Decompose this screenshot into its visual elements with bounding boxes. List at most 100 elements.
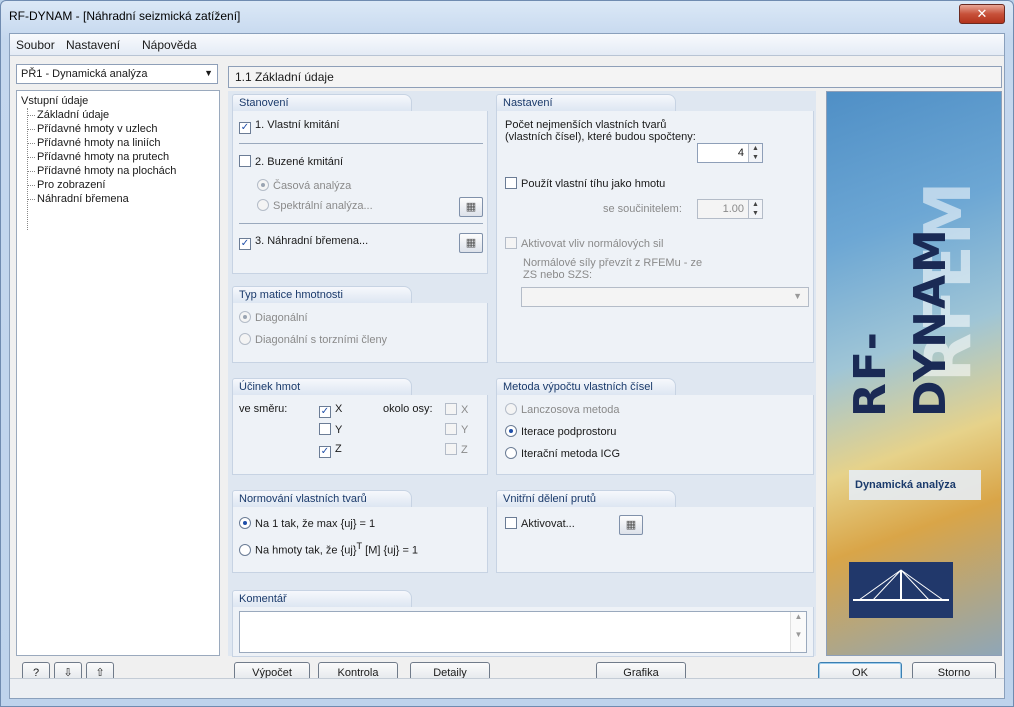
spinner-arrows-icon[interactable]: ▲ ▼ xyxy=(748,144,762,162)
icg-radio[interactable]: Iterační metoda ICG xyxy=(505,447,620,460)
menu-napoveda[interactable]: Nápověda xyxy=(142,38,197,52)
tree-branch xyxy=(27,129,35,130)
radio-selected-icon xyxy=(239,517,251,529)
iterace-podprostoru-radio[interactable]: Iterace podprostoru xyxy=(505,425,616,438)
diagonalni-torzni-radio[interactable]: Diagonální s torzními členy xyxy=(239,333,387,346)
section-header: 1.1 Základní údaje xyxy=(228,66,1002,88)
spektralni-edit-button[interactable]: ▦ xyxy=(459,197,483,217)
pocet-tvaru-label: Počet nejmenších vlastních tvarů (vlastn… xyxy=(505,119,696,143)
menu-nastaveni[interactable]: Nastavení xyxy=(66,38,120,52)
group-title-stanoveni: Stanovení xyxy=(232,94,412,111)
nahradni-bremena-checkbox[interactable]: ✓ 3. Náhradní břemena... xyxy=(239,235,368,250)
buzene-kmitani-checkbox[interactable]: 2. Buzené kmitání xyxy=(239,155,343,168)
vlastni-tiha-label: Použít vlastní tíhu jako hmotu xyxy=(521,178,666,190)
chevron-down-icon: ▼ xyxy=(204,68,213,78)
group-nastaveni: Nastavení Počet nejmenších vlastních tva… xyxy=(496,94,814,363)
radio-icon xyxy=(239,333,251,345)
close-button[interactable]: ✕ xyxy=(959,4,1005,24)
smer-x-checkbox[interactable]: ✓ X xyxy=(319,403,342,418)
checkbox-icon xyxy=(445,423,457,435)
osa-x-checkbox[interactable]: X xyxy=(445,403,468,416)
spektralni-analyza-label: Spektrální analýza... xyxy=(273,200,373,212)
radio-icon xyxy=(505,403,517,415)
tree-item-hmoty-prutech[interactable]: Přídavné hmoty na prutech xyxy=(37,151,169,163)
komentar-textarea[interactable]: ▲ ▼ xyxy=(239,611,807,653)
menu-soubor[interactable]: Soubor xyxy=(16,38,55,52)
vnitrni-aktivovat-checkbox[interactable]: Aktivovat... xyxy=(505,517,575,530)
vnitrni-edit-button[interactable]: ▦ xyxy=(619,515,643,535)
product-image-panel: RFEM RF-DYNAM Dynamická analýza xyxy=(826,91,1002,656)
checkbox-icon xyxy=(239,155,251,167)
radio-selected-icon xyxy=(257,179,269,191)
tree-branch xyxy=(27,115,35,116)
checkbox-icon xyxy=(319,423,331,435)
group-title-ucinek: Účinek hmot xyxy=(232,378,412,395)
normovani-max-radio[interactable]: Na 1 tak, že max {uj} = 1 xyxy=(239,517,375,530)
tree-item-hmoty-plochach[interactable]: Přídavné hmoty na plochách xyxy=(37,165,176,177)
okolo-osy-label: okolo osy: xyxy=(383,403,433,415)
image-caption: Dynamická analýza xyxy=(849,470,981,500)
zs-select[interactable]: ▼ xyxy=(521,287,809,307)
case-combo-value: PŘ1 - Dynamická analýza xyxy=(21,68,148,80)
tree-branch xyxy=(27,157,35,158)
pocet-tvaru-spinner[interactable]: 4 ▲ ▼ xyxy=(697,143,763,163)
client-area: Soubor Nastavení Nápověda PŘ1 - Dynamick… xyxy=(9,33,1005,699)
tree-item-hmoty-uzlech[interactable]: Přídavné hmoty v uzlech xyxy=(37,123,157,135)
diagonalni-radio[interactable]: Diagonální xyxy=(239,311,308,324)
osa-z-checkbox[interactable]: Z xyxy=(445,443,468,456)
icg-label: Iterační metoda ICG xyxy=(521,448,621,460)
osa-z-label: Z xyxy=(461,444,468,456)
spinner-arrows-icon[interactable]: ▲ ▼ xyxy=(748,200,762,218)
pocet-tvaru-value: 4 xyxy=(737,147,744,159)
bridge-icon xyxy=(853,569,949,601)
group-title-nastaveni: Nastavení xyxy=(496,94,676,111)
navigator-tree: Vstupní údaje Základní údaje Přídavné hm… xyxy=(16,90,220,656)
case-combo[interactable]: PŘ1 - Dynamická analýza ▼ xyxy=(16,64,218,84)
window-title: RF-DYNAM - [Náhradní seizmická zatížení] xyxy=(9,9,241,23)
casova-analyza-label: Časová analýza xyxy=(273,180,352,192)
normovani-hmoty-label: Na hmoty tak, že {uj} xyxy=(255,544,357,557)
divider xyxy=(239,143,483,144)
smer-z-checkbox[interactable]: ✓ Z xyxy=(319,443,342,458)
vlastni-tiha-checkbox[interactable]: Použít vlastní tíhu jako hmotu xyxy=(505,177,665,190)
normovani-hmoty-radio[interactable]: Na hmoty tak, že {uj}T [M] {uj} = 1 xyxy=(239,541,418,557)
nahradni-edit-button[interactable]: ▦ xyxy=(459,233,483,253)
osa-y-checkbox[interactable]: Y xyxy=(445,423,468,436)
lanczos-radio[interactable]: Lanczosova metoda xyxy=(505,403,619,416)
bridge-logo-icon xyxy=(849,562,953,618)
soucinitel-spinner[interactable]: 1.00 ▲ ▼ xyxy=(697,199,763,219)
rf-dynam-logo: RF-DYNAM xyxy=(845,227,956,417)
checkbox-icon xyxy=(445,443,457,455)
smer-y-checkbox[interactable]: Y xyxy=(319,423,342,436)
casova-analyza-radio[interactable]: Časová analýza xyxy=(257,179,351,192)
navigator-panel: PŘ1 - Dynamická analýza ▼ Vstupní údaje … xyxy=(16,60,224,656)
vlastni-kmitani-checkbox[interactable]: ✓ 1. Vlastní kmitání xyxy=(239,119,339,134)
normovani-max-label: Na 1 tak, že max {uj} = 1 xyxy=(255,518,376,530)
normovani-hmoty-label-end: [M] {uj} = 1 xyxy=(362,544,419,557)
aktivovat-vliv-checkbox[interactable]: Aktivovat vliv normálových sil xyxy=(505,237,663,250)
radio-icon xyxy=(257,199,269,211)
edit-dialog-icon: ▦ xyxy=(465,237,477,249)
tree-connector xyxy=(27,108,28,230)
normalove-sily-label: Normálové síly převzít z RFEMu - ze ZS n… xyxy=(523,257,703,281)
tree-item-pro-zobrazeni[interactable]: Pro zobrazení xyxy=(37,179,105,191)
group-ucinek-hmot: Účinek hmot ve směru: ✓ X Y ✓ Z okolo osy:… xyxy=(232,378,488,475)
comment-scrollbar[interactable]: ▲ ▼ xyxy=(790,612,806,652)
buzene-kmitani-label: 2. Buzené kmitání xyxy=(255,156,344,168)
tree-branch xyxy=(27,185,35,186)
tree-item-zakladni-udaje[interactable]: Základní údaje xyxy=(37,109,109,121)
ve-smeru-label: ve směru: xyxy=(239,403,288,415)
radio-selected-icon xyxy=(505,425,517,437)
group-metoda: Metoda výpočtu vlastních čísel Lanczosov… xyxy=(496,378,814,475)
tree-item-nahradni-bremena[interactable]: Náhradní břemena xyxy=(37,193,129,205)
diagonalni-torzni-label: Diagonální s torzními členy xyxy=(255,334,388,346)
title-bar[interactable]: RF-DYNAM - [Náhradní seizmická zatížení]… xyxy=(1,1,1013,33)
checkbox-icon xyxy=(505,517,517,529)
group-stanoveni: Stanovení ✓ 1. Vlastní kmitání 2. Buzené … xyxy=(232,94,488,274)
radio-icon xyxy=(505,447,517,459)
nahradni-bremena-label: 3. Náhradní břemena... xyxy=(255,235,369,247)
tree-item-hmoty-liniich[interactable]: Přídavné hmoty na liniích xyxy=(37,137,161,149)
group-title-vnitrni: Vnitřní dělení prutů xyxy=(496,490,676,507)
tree-root[interactable]: Vstupní údaje xyxy=(21,95,88,107)
spektralni-analyza-radio[interactable]: Spektrální analýza... xyxy=(257,199,373,212)
